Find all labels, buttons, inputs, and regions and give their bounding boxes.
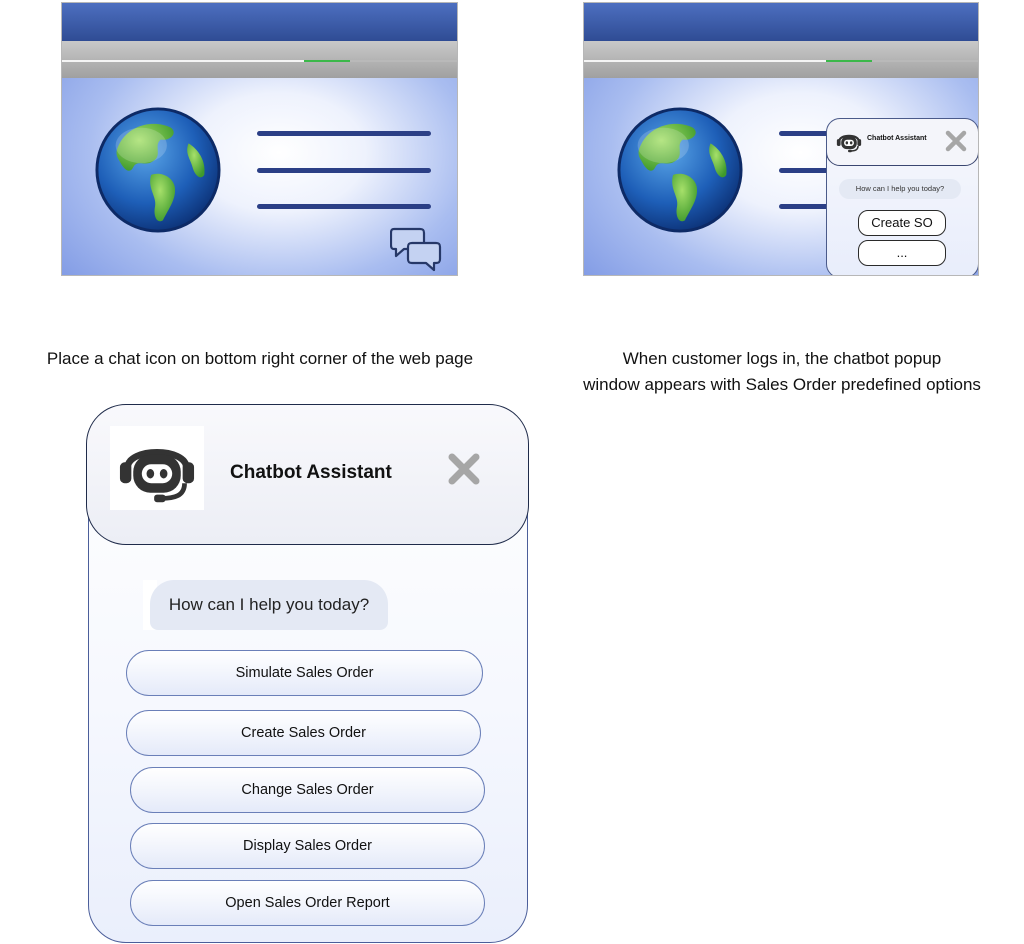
browser-nav-bar — [62, 41, 457, 78]
caption-right-line-1: When customer logs in, the chatbot popup — [622, 349, 942, 368]
mini-chatbot-popup: Chatbot Assistant How can I help you tod… — [826, 118, 978, 275]
display-sales-order-button[interactable]: Display Sales Order — [130, 823, 485, 869]
prompt-bubble: How can I help you today? — [150, 580, 388, 630]
close-x-icon[interactable] — [446, 451, 482, 487]
mini-prompt-bubble: How can I help you today? — [839, 179, 961, 199]
chat-bubbles-icon[interactable] — [390, 225, 442, 273]
webpage-mockup-2: Chatbot Assistant How can I help you tod… — [583, 2, 979, 276]
browser-nav-bar — [584, 41, 978, 78]
text-placeholder-line — [257, 168, 431, 173]
mini-popup-title: Chatbot Assistant — [867, 135, 927, 142]
robot-headset-icon — [114, 430, 200, 506]
globe-icon — [616, 104, 744, 236]
webpage-mockup-1 — [61, 2, 458, 276]
open-sales-order-report-button[interactable]: Open Sales Order Report — [130, 880, 485, 926]
text-placeholder-line — [257, 131, 431, 136]
browser-title-bar — [62, 3, 457, 41]
change-sales-order-button[interactable]: Change Sales Order — [130, 767, 485, 813]
chatbot-title: Chatbot Assistant — [230, 462, 392, 483]
close-x-icon[interactable] — [944, 129, 968, 153]
create-so-button[interactable]: Create SO — [858, 210, 946, 236]
globe-icon — [94, 104, 222, 236]
caption-right-line-2: window appears with Sales Order predefin… — [583, 375, 981, 394]
avatar — [110, 426, 204, 510]
create-sales-order-button[interactable]: Create Sales Order — [126, 710, 481, 756]
text-placeholder-line — [257, 204, 431, 209]
simulate-sales-order-button[interactable]: Simulate Sales Order — [126, 650, 483, 696]
more-options-button[interactable]: ... — [858, 240, 946, 266]
caption-left: Place a chat icon on bottom right corner… — [46, 349, 474, 368]
mini-popup-header: Chatbot Assistant — [827, 119, 978, 166]
robot-headset-icon — [835, 128, 863, 154]
browser-title-bar — [584, 3, 978, 41]
